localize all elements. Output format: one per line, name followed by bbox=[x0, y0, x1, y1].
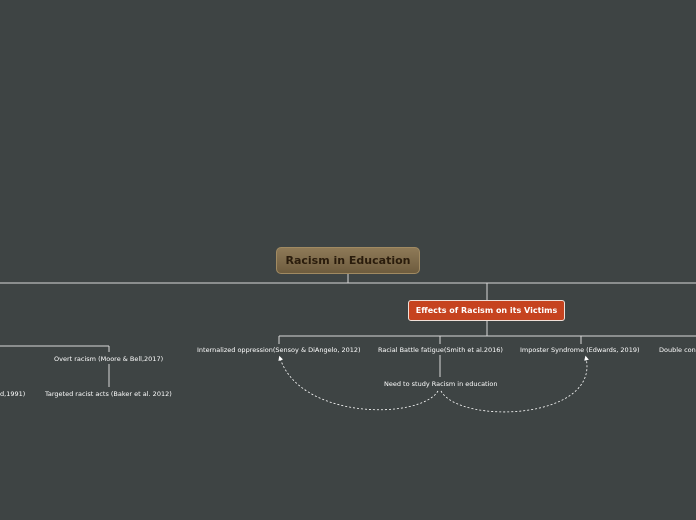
subtopic-targeted-racist-acts[interactable]: Targeted racist acts (Baker et al. 2012) bbox=[45, 390, 172, 398]
subtopic-label: Internalized oppression(Sensoy & DiAngel… bbox=[197, 346, 361, 354]
subtopic-label: Double con bbox=[659, 346, 696, 354]
root-topic[interactable]: Racism in Education bbox=[276, 247, 420, 274]
main-topic-effects[interactable]: Effects of Racism on its Victims bbox=[408, 300, 565, 321]
center-topic-label: Need to study Racism in education bbox=[384, 380, 498, 388]
subtopic-overt-racism[interactable]: Overt racism (Moore & Bell,2017) bbox=[54, 355, 163, 363]
subtopic-imposter-syndrome[interactable]: Imposter Syndrome (Edwards, 2019) bbox=[520, 346, 640, 354]
subtopic-cut-off[interactable]: d,1991) bbox=[0, 390, 25, 398]
subtopic-label: Imposter Syndrome (Edwards, 2019) bbox=[520, 346, 640, 354]
subtopic-internalized-oppression[interactable]: Internalized oppression(Sensoy & DiAngel… bbox=[197, 346, 361, 354]
main-topic-label: Effects of Racism on its Victims bbox=[415, 306, 558, 315]
subtopic-label: d,1991) bbox=[0, 390, 26, 398]
subtopic-racial-battle-fatigue[interactable]: Racial Battle fatigue(Smith et al.2016) bbox=[378, 346, 503, 354]
subtopic-label: Racial Battle fatigue(Smith et al.2016) bbox=[378, 346, 503, 354]
subtopic-double-con[interactable]: Double con bbox=[659, 346, 696, 354]
root-topic-label: Racism in Education bbox=[285, 254, 411, 267]
subtopic-label: Overt racism (Moore & Bell,2017) bbox=[54, 355, 164, 363]
center-topic[interactable]: Need to study Racism in education bbox=[384, 380, 498, 388]
subtopic-label: Targeted racist acts (Baker et al. 2012) bbox=[45, 390, 172, 398]
